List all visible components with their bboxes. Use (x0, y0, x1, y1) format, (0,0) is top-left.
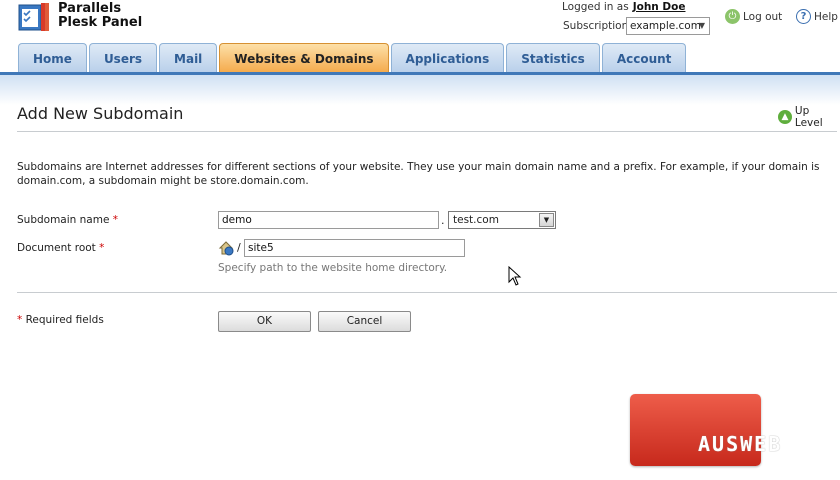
help-link[interactable]: ? Help (796, 9, 838, 24)
required-fields-note: * Required fields (17, 314, 104, 326)
chevron-down-icon: ▼ (539, 213, 554, 227)
tab-websites-domains[interactable]: Websites & Domains (219, 43, 389, 73)
domain-select[interactable]: test.com ▼ (448, 211, 556, 229)
up-level-link[interactable]: ▲ Up Level (778, 105, 840, 129)
logout-icon: ⏻ (725, 9, 740, 24)
logout-link[interactable]: ⏻ Log out (725, 9, 782, 24)
header-band (0, 75, 840, 105)
divider (17, 131, 837, 132)
page-title: Add New Subdomain (17, 104, 184, 123)
home-directory-icon (218, 241, 234, 256)
page-description: Subdomains are Internet addresses for di… (17, 161, 820, 187)
logged-in-info: Logged in as John Doe (562, 1, 686, 13)
subdomain-name-label: Subdomain name * (17, 214, 119, 226)
chevron-down-icon: ▼ (698, 21, 705, 30)
document-root-input[interactable]: site5 (244, 239, 465, 257)
help-icon: ? (796, 9, 811, 24)
required-marker: * (99, 242, 105, 254)
required-marker: * (112, 214, 119, 226)
brand-name: Parallels Plesk Panel (58, 1, 143, 30)
watermark-text: AUSWEB (698, 432, 783, 456)
subscription-select[interactable]: example.com ▼ (626, 17, 710, 35)
path-slash: / (237, 241, 241, 254)
tab-applications[interactable]: Applications (390, 43, 505, 73)
divider (17, 292, 837, 293)
subscription-label: Subscription (563, 20, 629, 32)
tab-users[interactable]: Users (88, 43, 158, 73)
document-root-hint: Specify path to the website home directo… (218, 262, 448, 274)
user-link[interactable]: John Doe (633, 1, 686, 13)
cancel-button[interactable]: Cancel (318, 311, 411, 332)
mouse-cursor-icon (508, 266, 522, 286)
subdomain-name-input[interactable]: demo (218, 211, 439, 229)
domain-separator: . (441, 214, 445, 227)
up-arrow-icon: ▲ (778, 110, 792, 124)
main-tabs: Home Users Mail Websites & Domains Appli… (18, 43, 687, 73)
document-root-label: Document root * (17, 242, 105, 254)
tab-mail[interactable]: Mail (159, 43, 218, 73)
tab-account[interactable]: Account (601, 43, 687, 73)
tab-statistics[interactable]: Statistics (506, 43, 600, 73)
ok-button[interactable]: OK (218, 311, 311, 332)
plesk-logo-icon (18, 3, 49, 31)
tab-home[interactable]: Home (18, 43, 87, 73)
